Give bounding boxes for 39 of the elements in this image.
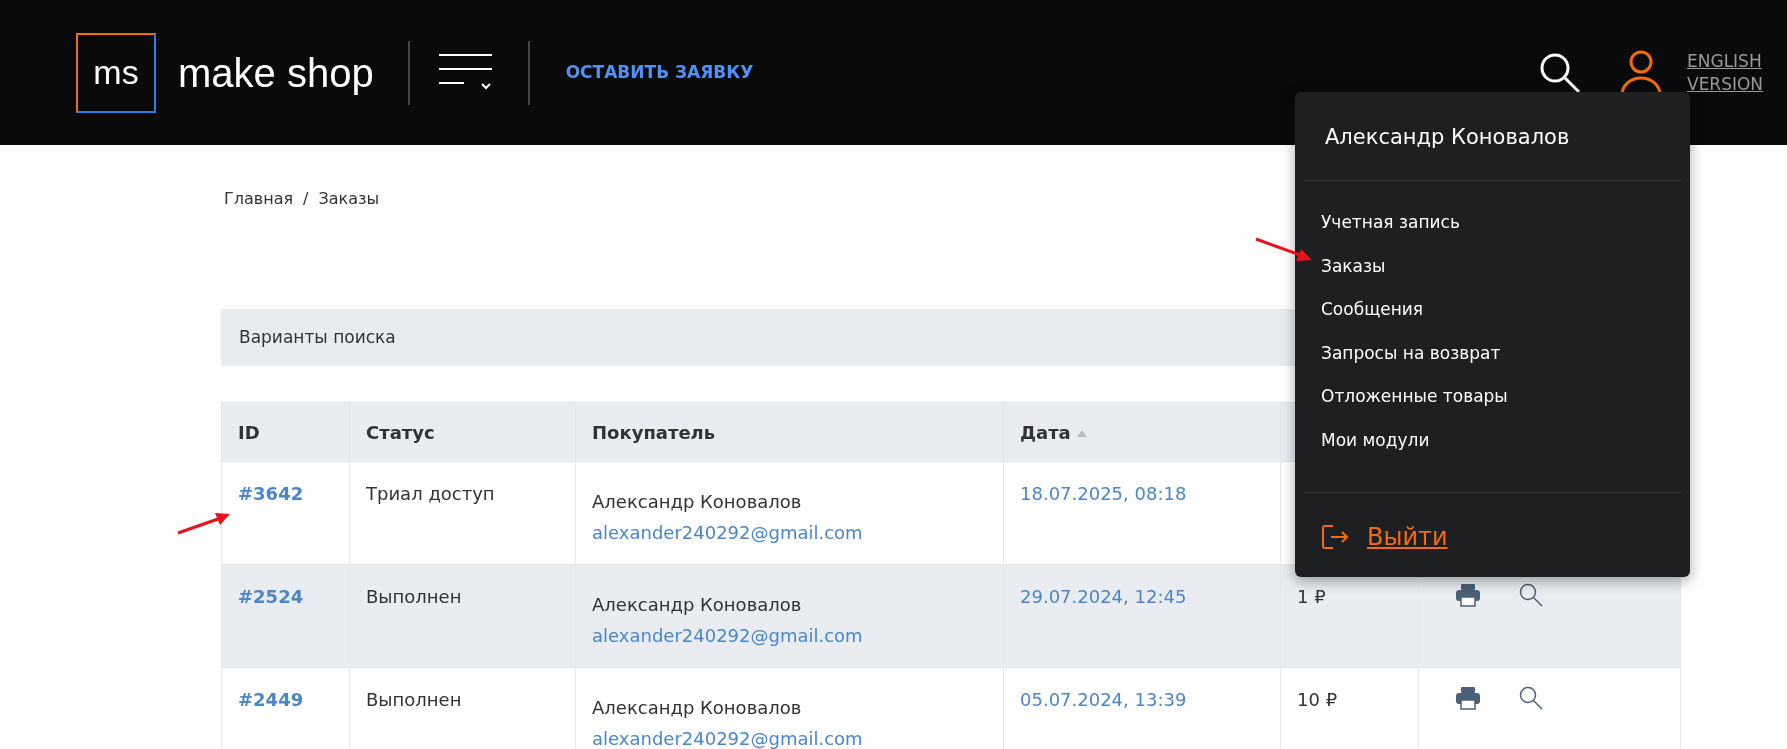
logo-mark[interactable]: ms [76,32,156,113]
breadcrumb-separator: / [303,188,309,210]
buyer-name: Александр Коновалов [592,490,803,514]
order-status: Триал доступ [366,483,495,504]
menu-item[interactable]: Учетная запись [1295,201,1690,245]
order-amount: 10 ₽ [1297,689,1338,710]
buyer-name: Александр Коновалов [592,696,803,720]
language-link[interactable]: ENGLISH VERSION [1687,50,1773,95]
logo-text: make shop [178,49,374,97]
menu-item[interactable]: Мои модули [1295,418,1690,462]
order-amount: 1 ₽ [1297,586,1326,607]
buyer-email-link[interactable]: alexander240292@gmail.com [592,519,863,546]
order-id-link[interactable]: #2449 [238,689,304,710]
order-date-link[interactable]: 18.07.2025, 08:18 [1020,483,1187,504]
logout-icon[interactable] [1321,524,1349,550]
column-header[interactable]: Статус [349,402,576,462]
buyer-name: Александр Коновалов [592,593,803,617]
print-icon[interactable] [1455,686,1481,710]
search-options-title: Варианты поиска [239,325,396,349]
column-header[interactable]: Покупатель [575,402,1004,462]
breadcrumb-link[interactable]: Главная [224,187,294,211]
order-id-link[interactable]: #3642 [238,483,304,504]
menu-item[interactable]: Заказы [1295,244,1690,288]
annotation-arrow [1254,236,1314,264]
menu-item[interactable]: Отложенные товары [1295,375,1690,419]
buyer-email-link[interactable]: alexander240292@gmail.com [592,725,863,749]
search-icon[interactable] [1539,51,1581,94]
magnifier-icon[interactable] [1519,686,1543,710]
column-header[interactable]: Дата [1003,402,1281,462]
breadcrumb-current: Заказы [318,188,380,210]
print-icon[interactable] [1455,583,1481,607]
user-name: Александр Коновалов [1324,124,1571,151]
column-header[interactable]: ID [221,402,350,462]
request-link[interactable]: ОСТАВИТЬ ЗАЯВКУ [565,59,754,86]
order-status: Выполнен [366,586,462,607]
magnifier-icon[interactable] [1519,583,1543,607]
logout-link[interactable]: Выйти [1367,519,1448,555]
order-status: Выполнен [366,689,462,710]
order-date-link[interactable]: 05.07.2024, 13:39 [1020,689,1187,710]
